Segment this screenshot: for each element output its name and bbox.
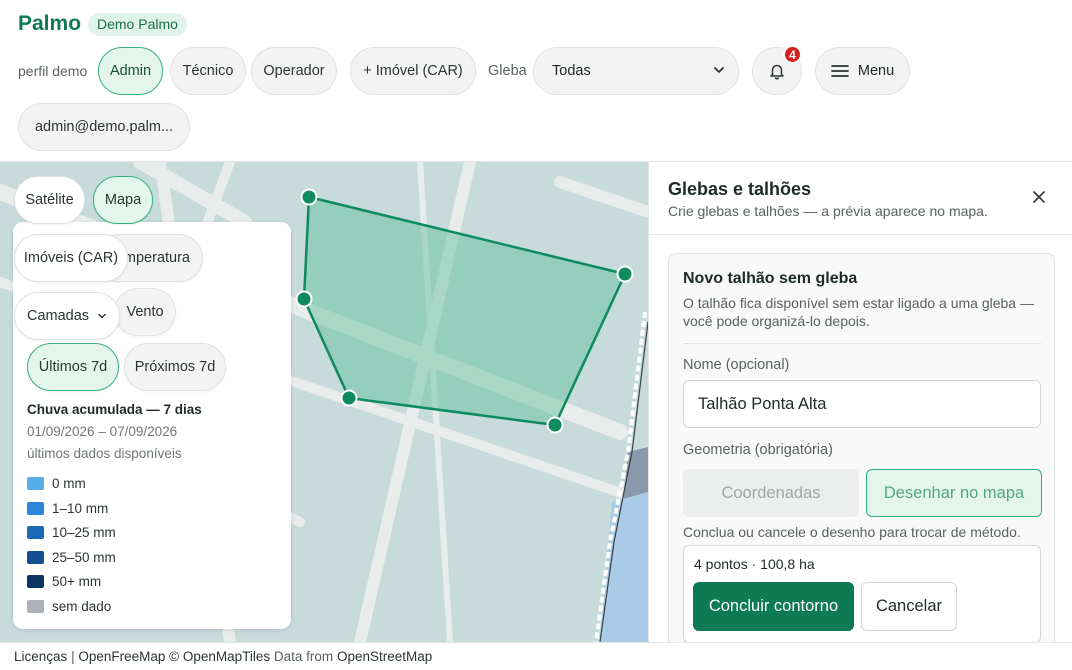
polygon-vertex[interactable] [300,188,318,206]
drawing-status-box: 4 pontos · 100,8 ha Concluir contorno Ca… [683,545,1041,642]
legend-swatch [27,501,44,515]
name-label: Nome (opcional) [683,357,790,373]
new-field-card: Novo talhão sem gleba O talhão fica disp… [668,253,1055,642]
demo-badge: Demo Palmo [88,13,187,36]
finish-contour-button[interactable]: Concluir contorno [693,582,854,631]
cancel-button[interactable]: Cancelar [861,582,957,631]
legend-item: 0 mm [27,474,86,492]
openfreemap-link[interactable]: OpenFreeMap © OpenMapTiles [78,649,270,664]
legend-label: 1–10 mm [52,500,109,516]
legend-item: 50+ mm [27,572,101,590]
legend-item: sem dado [27,597,111,615]
card-divider [683,343,1041,344]
legend-label: 50+ mm [52,573,102,589]
map-attribution: Licenças | OpenFreeMap © OpenMapTiles Da… [0,642,1072,670]
legend-label: sem dado [52,598,112,614]
chevron-down-icon [98,313,106,319]
legend-swatch [27,525,44,539]
bell-icon [770,64,784,80]
brand-logo: Palmo [18,12,82,35]
method-hint: Conclua ou cancele o desenho para trocar… [683,524,1021,540]
panel-divider [649,234,1072,235]
next-7d-button[interactable]: Próximos 7d [124,343,226,391]
legend-item: 1–10 mm [27,499,108,517]
user-account-button[interactable]: admin@demo.palm... [18,103,190,151]
profile-tecnico-button[interactable]: Técnico [170,47,246,95]
legend-label: 25–50 mm [52,549,116,565]
data-from-text: Data from [273,649,334,664]
card-title: Novo talhão sem gleba [683,270,858,287]
field-name-input[interactable]: Talhão Ponta Alta [683,380,1041,428]
last-7d-button[interactable]: Últimos 7d [27,343,119,391]
legend-swatch [27,476,44,490]
panel-subtitle: Crie glebas e talhões — a prévia aparece… [668,203,988,219]
polygon-vertex[interactable] [340,389,358,407]
gleba-label: Gleba [488,63,527,79]
polygon-vertex[interactable] [546,416,564,434]
add-property-button[interactable]: + Imóvel (CAR) [350,47,476,95]
gleba-select-value: Todas [552,63,591,79]
osm-link[interactable]: OpenStreetMap [337,649,432,664]
profile-label: perfil demo [18,63,88,79]
polygon-vertex[interactable] [295,290,313,308]
legend-dates: 01/09/2026 – 07/09/2026 [27,424,178,439]
legend-subtitle: últimos dados disponíveis [27,446,182,461]
close-icon[interactable] [1031,189,1047,205]
layer-satellite-button[interactable]: Satélite [14,176,85,224]
attribution-separator: | [71,649,75,664]
licenses-link[interactable]: Licenças [14,649,67,664]
legend-item: 10–25 mm [27,523,116,541]
chevron-down-icon [714,67,724,73]
hamburger-icon [830,65,849,77]
legend-title: Chuva acumulada — 7 dias [27,402,202,417]
gleba-select[interactable]: Todas [533,47,739,95]
menu-label: Menu [857,63,895,79]
properties-car-button[interactable]: Imóveis (CAR) [14,234,128,282]
panel-title: Glebas e talhões [668,179,812,199]
menu-button[interactable]: Menu [815,47,910,95]
notifications-count-badge: 4 [783,45,802,64]
profile-admin-button[interactable]: Admin [98,47,163,95]
profile-operador-button[interactable]: Operador [251,47,337,95]
legend-swatch [27,574,44,588]
layer-map-button[interactable]: Mapa [93,176,153,224]
app-header: Palmo Demo Palmo perfil demo Admin Técni… [0,0,1072,162]
drawing-stats: 4 pontos · 100,8 ha [694,556,815,572]
layers-label: Camadas [26,308,90,324]
layers-button[interactable]: Camadas [14,292,120,340]
legend-label: 0 mm [52,475,86,491]
legend-item: 25–50 mm [27,548,116,566]
wind-button[interactable]: Vento [114,288,176,336]
legend-label: 10–25 mm [52,524,116,540]
legend-swatch [27,599,44,613]
glebas-panel: Glebas e talhões Crie glebas e talhões —… [648,162,1072,642]
legend-swatch [27,550,44,564]
geometry-label: Geometria (obrigatória) [683,442,833,458]
coordinates-method-button[interactable]: Coordenadas [683,469,859,517]
polygon-vertex[interactable] [616,265,634,283]
draw-on-map-button[interactable]: Desenhar no mapa [866,469,1042,517]
card-description: O talhão fica disponível sem estar ligad… [683,295,1034,329]
